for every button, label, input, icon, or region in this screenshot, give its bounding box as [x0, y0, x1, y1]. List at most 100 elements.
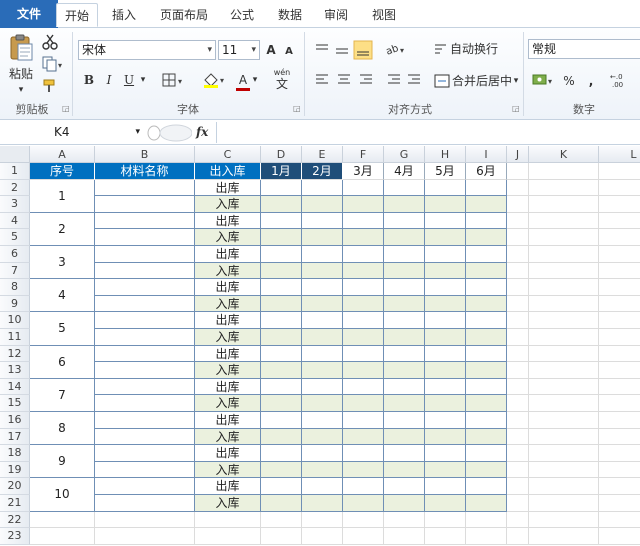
- month-value-cell[interactable]: [384, 395, 425, 412]
- merge-center-icon[interactable]: [434, 74, 450, 88]
- sequence-cell[interactable]: 3: [30, 246, 95, 280]
- increase-decimal-icon[interactable]: ←.0 .00: [610, 72, 638, 88]
- row-header[interactable]: 7: [0, 262, 30, 280]
- month-value-cell[interactable]: [261, 495, 302, 512]
- month-value-cell[interactable]: [261, 312, 302, 329]
- row-header[interactable]: 22: [0, 511, 30, 529]
- fill-color-icon[interactable]: ▾: [202, 71, 230, 89]
- in-label-cell[interactable]: 入库: [195, 495, 261, 512]
- month-value-cell[interactable]: [425, 262, 466, 280]
- column-header-l[interactable]: L: [599, 146, 640, 163]
- empty-cell[interactable]: [507, 163, 529, 180]
- underline-button[interactable]: U: [122, 70, 136, 90]
- month-value-cell[interactable]: [343, 445, 384, 462]
- empty-cell[interactable]: [261, 528, 302, 545]
- month-value-cell[interactable]: [302, 495, 343, 512]
- month-value-cell[interactable]: [261, 461, 302, 479]
- column-header-b[interactable]: B: [95, 146, 195, 163]
- font-color-button[interactable]: A: [236, 70, 250, 90]
- sequence-cell[interactable]: 9: [30, 445, 95, 479]
- month-value-cell[interactable]: [343, 229, 384, 246]
- month-value-cell[interactable]: [425, 478, 466, 495]
- empty-cell[interactable]: [302, 528, 343, 545]
- month-value-cell[interactable]: [261, 362, 302, 379]
- wrap-text-button[interactable]: 自动换行: [450, 39, 500, 59]
- month-value-cell[interactable]: [384, 212, 425, 230]
- insert-function-button[interactable]: fx: [196, 123, 214, 142]
- comma-button[interactable]: ,: [586, 71, 596, 91]
- out-label-cell[interactable]: 出库: [195, 345, 261, 363]
- month-value-cell[interactable]: [261, 196, 302, 213]
- month-value-cell[interactable]: [466, 495, 507, 512]
- font-launcher-icon[interactable]: ◲: [293, 104, 301, 113]
- month-value-cell[interactable]: [466, 179, 507, 197]
- empty-cell[interactable]: [507, 362, 529, 379]
- empty-cell[interactable]: [599, 528, 640, 545]
- month-value-cell[interactable]: [343, 345, 384, 363]
- empty-cell[interactable]: [343, 528, 384, 545]
- row-header[interactable]: 18: [0, 445, 30, 462]
- month-value-cell[interactable]: [261, 345, 302, 363]
- month-value-cell[interactable]: [261, 329, 302, 346]
- month-value-cell[interactable]: [343, 329, 384, 346]
- empty-cell[interactable]: [507, 378, 529, 396]
- row-header[interactable]: 16: [0, 412, 30, 429]
- empty-cell[interactable]: [599, 180, 640, 197]
- month-value-cell[interactable]: [384, 495, 425, 512]
- month-value-cell[interactable]: [384, 378, 425, 396]
- in-label-cell[interactable]: 入库: [195, 229, 261, 246]
- month-value-cell[interactable]: [425, 461, 466, 479]
- empty-cell[interactable]: [599, 196, 640, 213]
- material-name-cell[interactable]: [95, 362, 195, 379]
- sequence-cell[interactable]: 1: [30, 179, 95, 213]
- material-name-cell[interactable]: [95, 495, 195, 512]
- month-value-cell[interactable]: [343, 312, 384, 329]
- table-header-cell[interactable]: 1月: [261, 163, 302, 180]
- month-value-cell[interactable]: [466, 246, 507, 263]
- percent-button[interactable]: %: [562, 71, 576, 91]
- empty-cell[interactable]: [599, 512, 640, 529]
- material-name-cell[interactable]: [95, 229, 195, 246]
- empty-cell[interactable]: [507, 395, 529, 412]
- empty-cell[interactable]: [529, 461, 599, 479]
- empty-cell[interactable]: [30, 511, 95, 529]
- in-label-cell[interactable]: 入库: [195, 262, 261, 280]
- month-value-cell[interactable]: [425, 412, 466, 429]
- month-value-cell[interactable]: [384, 428, 425, 446]
- row-header[interactable]: 3: [0, 196, 30, 213]
- month-value-cell[interactable]: [261, 428, 302, 446]
- month-value-cell[interactable]: [302, 478, 343, 495]
- month-value-cell[interactable]: [261, 445, 302, 462]
- empty-cell[interactable]: [529, 246, 599, 263]
- column-header-e[interactable]: E: [302, 146, 343, 163]
- month-value-cell[interactable]: [384, 312, 425, 329]
- material-name-cell[interactable]: [95, 445, 195, 462]
- tab-file[interactable]: 文件: [0, 0, 58, 28]
- empty-cell[interactable]: [529, 412, 599, 429]
- month-value-cell[interactable]: [261, 179, 302, 197]
- month-value-cell[interactable]: [302, 295, 343, 313]
- material-name-cell[interactable]: [95, 212, 195, 230]
- empty-cell[interactable]: [599, 246, 640, 263]
- empty-cell[interactable]: [507, 495, 529, 512]
- empty-cell[interactable]: [384, 511, 425, 529]
- month-value-cell[interactable]: [466, 478, 507, 495]
- out-label-cell[interactable]: 出库: [195, 179, 261, 197]
- grow-font-button[interactable]: A: [264, 40, 278, 60]
- out-label-cell[interactable]: 出库: [195, 445, 261, 462]
- material-name-cell[interactable]: [95, 179, 195, 197]
- shrink-font-button[interactable]: A: [283, 42, 295, 62]
- empty-cell[interactable]: [529, 378, 599, 396]
- empty-cell[interactable]: [599, 412, 640, 429]
- month-value-cell[interactable]: [343, 395, 384, 412]
- month-value-cell[interactable]: [302, 246, 343, 263]
- material-name-cell[interactable]: [95, 312, 195, 329]
- empty-cell[interactable]: [529, 279, 599, 296]
- cut-icon[interactable]: [42, 34, 58, 50]
- empty-cell[interactable]: [599, 379, 640, 396]
- month-value-cell[interactable]: [261, 279, 302, 296]
- table-header-cell[interactable]: 出入库: [195, 163, 261, 180]
- month-value-cell[interactable]: [343, 495, 384, 512]
- month-value-cell[interactable]: [466, 229, 507, 246]
- empty-cell[interactable]: [261, 511, 302, 529]
